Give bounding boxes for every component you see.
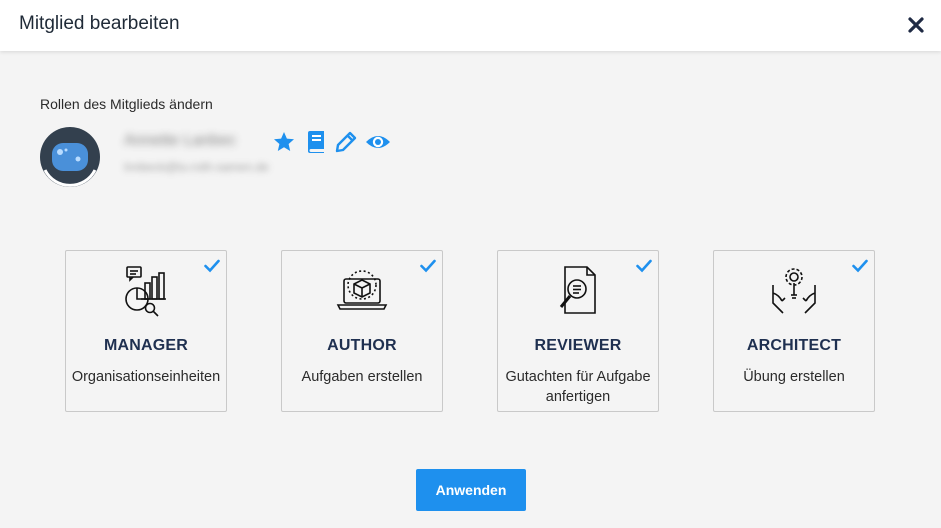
role-title: MANAGER [103,337,189,354]
pencil-icon [334,130,358,154]
role-title: REVIEWER [534,337,622,354]
architect-hands-bulb-icon [772,268,816,314]
book-icon [305,130,327,154]
dialog-title: Mitglied bearbeiten [19,13,180,34]
role-card-manager[interactable]: MANAGER Organisationseinheiten [65,250,227,412]
role-description: Übung erstellen [743,369,845,385]
member-email: lnnbeck@tu-roth-samen.de [124,160,269,174]
eye-icon [364,130,392,154]
dialog-header: Mitglied bearbeiten [0,0,941,51]
check-icon [204,259,220,273]
apply-button[interactable]: Anwenden [416,469,526,511]
check-icon [636,259,652,273]
close-icon [908,17,924,33]
check-icon [420,259,436,273]
author-laptop-icon [336,270,388,310]
role-card-architect[interactable]: ARCHITECT Übung erstellen [713,250,875,412]
manager-chart-icon [125,266,166,317]
close-button[interactable] [904,13,928,37]
astronaut-avatar-icon [40,127,100,187]
role-description: Aufgaben erstellen [301,369,423,385]
role-card-reviewer[interactable]: REVIEWER Gutachten für Aufgabe anfertige… [497,250,659,412]
check-icon [852,259,868,273]
reviewer-document-icon [559,266,596,314]
role-card-author[interactable]: AUTHOR Aufgaben erstellen [281,250,443,412]
role-title: ARCHITECT [746,337,842,354]
star-icon [272,130,296,154]
role-description: Organisationseinheiten [71,369,221,385]
section-label: Rollen des Mitglieds ändern [40,96,213,112]
member-name: Annette Lanbec [124,132,237,149]
avatar [39,126,101,188]
role-title: AUTHOR [327,337,397,354]
role-description: Gutachten für Aufgabe anfertigen [505,369,651,405]
